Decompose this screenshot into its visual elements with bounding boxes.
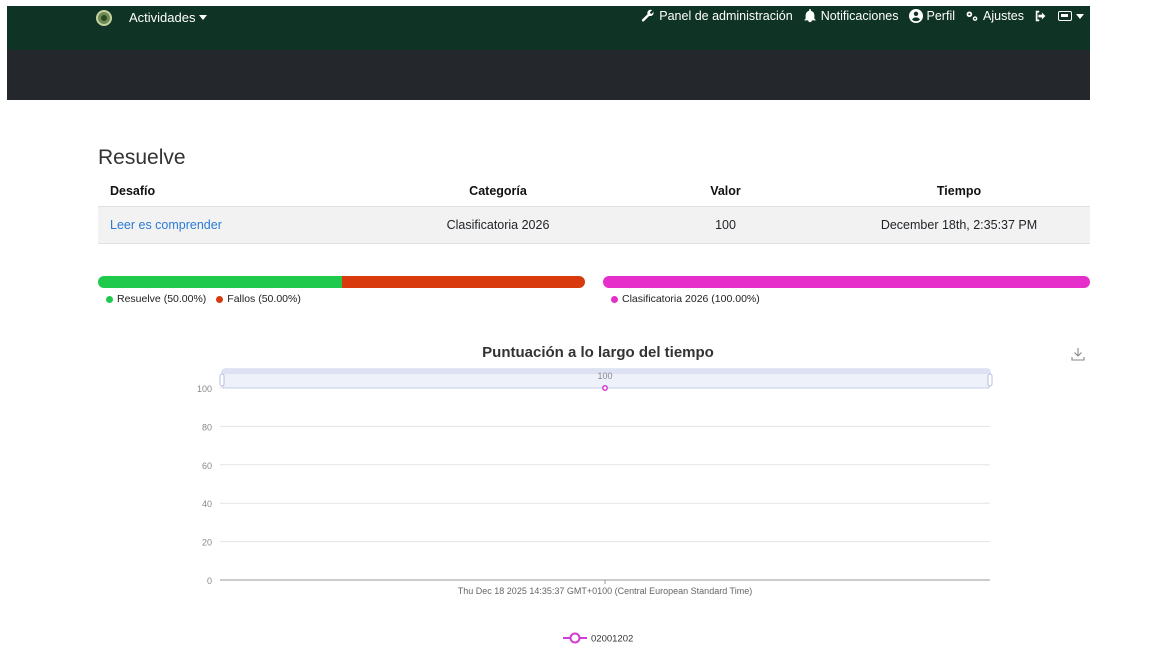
column-header-time: Tiempo bbox=[936, 184, 982, 198]
red-dot-icon bbox=[216, 295, 224, 303]
solves-segment[interactable] bbox=[98, 276, 342, 288]
language-icon bbox=[1058, 11, 1072, 21]
data-point[interactable] bbox=[602, 385, 608, 391]
logout-icon bbox=[1034, 9, 1048, 23]
category-breakdown-bar[interactable] bbox=[603, 276, 1090, 288]
page-banner bbox=[7, 50, 1090, 100]
legend-marker-icon[interactable] bbox=[569, 632, 581, 644]
chevron-down-icon bbox=[1076, 13, 1084, 19]
column-header-challenge: Desafío bbox=[110, 184, 156, 198]
legend-series-label[interactable]: 02001202 bbox=[591, 634, 633, 645]
solves-table: Desafío Categoría Valor Tiempo Leer es c… bbox=[98, 176, 1090, 244]
legend-label-solves: Resuelve (50.00%) bbox=[117, 293, 207, 305]
data-label: 100 bbox=[597, 371, 612, 381]
activities-label: Actividades bbox=[129, 10, 196, 25]
y-tick-label: 60 bbox=[202, 461, 212, 471]
x-tick-label: Thu Dec 18 2025 14:35:37 GMT+0100 (Centr… bbox=[458, 586, 752, 596]
notifications-label: Notificaciones bbox=[820, 9, 899, 23]
green-dot-icon bbox=[106, 295, 113, 303]
wrench-icon bbox=[641, 9, 655, 23]
admin-panel-link[interactable]: Panel de administración bbox=[641, 9, 793, 23]
logout-link[interactable] bbox=[1034, 9, 1048, 23]
category-cell: Clasificatoria 2026 bbox=[446, 218, 550, 232]
language-menu[interactable] bbox=[1058, 11, 1084, 21]
time-cell: December 18th, 2:35:37 PM bbox=[880, 218, 1038, 232]
profile-link[interactable]: Perfil bbox=[908, 9, 955, 23]
legend-label-fails: Fallos (50.00%) bbox=[227, 293, 301, 305]
legend-item-category[interactable]: Clasificatoria 2026 (100.00%) bbox=[611, 293, 760, 305]
y-tick-label: 40 bbox=[202, 499, 212, 509]
admin-panel-label: Panel de administración bbox=[659, 9, 793, 23]
chart-title: Puntuación a lo largo del tiempo bbox=[482, 344, 714, 361]
zoom-handle-right[interactable] bbox=[987, 373, 993, 387]
y-tick-label: 80 bbox=[202, 422, 212, 432]
challenge-link[interactable]: Leer es comprender bbox=[110, 218, 222, 232]
column-header-value: Valor bbox=[710, 184, 741, 198]
y-tick-label: 0 bbox=[207, 576, 212, 586]
download-icon[interactable] bbox=[1070, 346, 1086, 362]
logo-icon[interactable] bbox=[96, 10, 112, 26]
gears-icon bbox=[965, 9, 979, 23]
category-legend: Clasificatoria 2026 (100.00%) bbox=[611, 293, 760, 305]
bell-icon bbox=[803, 9, 817, 23]
notifications-link[interactable]: Notificaciones bbox=[803, 9, 899, 23]
legend-label-category: Clasificatoria 2026 (100.00%) bbox=[622, 293, 760, 305]
chevron-down-icon bbox=[199, 15, 208, 20]
value-cell: 100 bbox=[715, 218, 736, 232]
legend-item-solves[interactable]: Resuelve (50.00%) bbox=[106, 293, 206, 305]
page-title: Resuelve bbox=[98, 146, 186, 169]
solves-legend: Resuelve (50.00%) Fallos (50.00%) bbox=[106, 293, 301, 305]
score-over-time-chart: 0 20 40 60 80 100 100 Thu Dec 18 2025 14:35:37 … bbox=[197, 368, 993, 645]
legend-item-fails[interactable]: Fallos (50.00%) bbox=[216, 293, 301, 305]
magenta-dot-icon bbox=[611, 295, 618, 303]
settings-label: Ajustes bbox=[983, 9, 1024, 23]
activities-menu[interactable]: Actividades bbox=[129, 10, 208, 25]
zoom-handle-left[interactable] bbox=[219, 373, 225, 387]
fails-segment[interactable] bbox=[341, 276, 585, 288]
settings-link[interactable]: Ajustes bbox=[965, 9, 1024, 23]
table-row: Leer es comprender Clasificatoria 2026 1… bbox=[98, 206, 1090, 244]
y-tick-label: 20 bbox=[202, 538, 212, 548]
table-header: Desafío Categoría Valor Tiempo bbox=[98, 176, 1090, 206]
user-circle-icon bbox=[908, 9, 923, 23]
nav-right: Panel de administración Notificaciones P… bbox=[641, 9, 1084, 23]
profile-label: Perfil bbox=[926, 9, 955, 23]
column-header-category: Categoría bbox=[469, 184, 527, 198]
y-tick-label: 100 bbox=[197, 384, 212, 394]
solves-percentage-bar bbox=[98, 276, 585, 288]
